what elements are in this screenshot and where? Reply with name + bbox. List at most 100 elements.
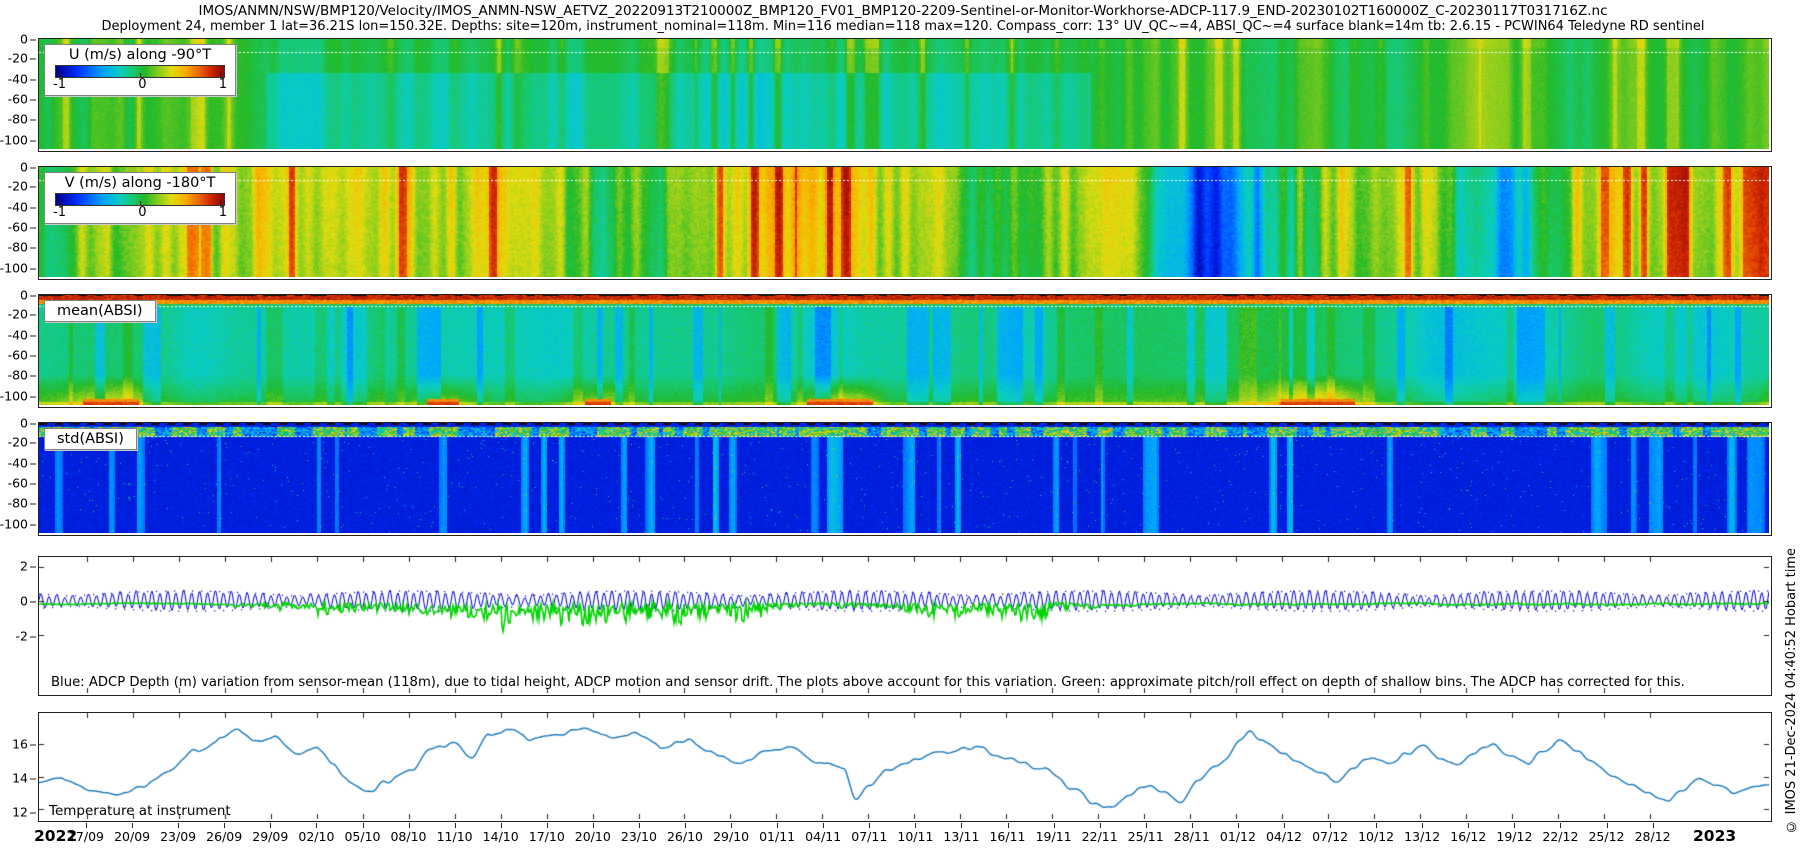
y-tick-label: -80 — [8, 240, 28, 255]
x-tick-label: 28/12 — [1635, 829, 1671, 844]
x-tick-label: 20/09 — [114, 829, 150, 844]
y-tick-label: -100 — [0, 261, 28, 276]
y-tick-label: -80 — [8, 368, 28, 383]
x-tick-label: 17/09 — [68, 829, 104, 844]
x-tick-label: 13/12 — [1404, 829, 1440, 844]
x-tick-label: 01/12 — [1220, 829, 1256, 844]
y-tick-label: -60 — [8, 92, 28, 107]
x-tick-label: 20/10 — [575, 829, 611, 844]
figure-title: IMOS/ANMN/NSW/BMP120/Velocity/IMOS_ANMN-… — [33, 3, 1773, 19]
x-tick-label: 04/11 — [805, 829, 841, 844]
x-tick-label: 13/11 — [943, 829, 979, 844]
mean-absi-heatmap-canvas — [39, 295, 1769, 405]
y-tick-label: -20 — [8, 435, 28, 450]
x-tick-label: 14/10 — [483, 829, 519, 844]
y-tick-label: 16 — [12, 737, 28, 752]
u-cbar-tick-min: -1 — [53, 78, 66, 92]
v-cbar-tick-max: 1 — [219, 206, 227, 220]
x-tick-label: 11/10 — [437, 829, 473, 844]
x-tick-label: 26/09 — [206, 829, 242, 844]
y-tick-label: 12 — [12, 805, 28, 820]
y-tick-label: 0 — [20, 594, 28, 609]
v-legend-title: V (m/s) along -180°T — [53, 175, 227, 191]
y-tick-label: -100 — [0, 517, 28, 532]
v-cbar-tick-min: -1 — [53, 206, 66, 220]
y-tick-label: -40 — [8, 72, 28, 87]
x-tick-label: 16/11 — [989, 829, 1025, 844]
panel-std-absi: std(ABSI) — [38, 422, 1772, 536]
y-tick-label: -60 — [8, 476, 28, 491]
panel-temperature: Temperature at instrument — [38, 712, 1772, 822]
x-tick-label: 10/11 — [897, 829, 933, 844]
u-velocity-heatmap-canvas — [39, 39, 1769, 149]
y-tick-label: -60 — [8, 348, 28, 363]
x-tick-label: 16/12 — [1450, 829, 1486, 844]
x-tick-label: 07/11 — [851, 829, 887, 844]
imos-watermark: © IMOS 21-Dec-2024 04:40:52 Hobart time — [1784, 548, 1799, 834]
depth-variation-y-axis-labels: 2 0 -2 — [0, 556, 36, 696]
depth-variation-lines-canvas — [39, 557, 1769, 693]
u-cbar-tick-mid: 0 — [138, 78, 146, 92]
std-absi-legend: std(ABSI) — [44, 428, 137, 450]
u-colorbar-ticks: -1 0 1 — [53, 78, 227, 92]
y-tick-label: -100 — [0, 133, 28, 148]
y-tick-label: 2 — [20, 559, 28, 574]
y-tick-label: 0 — [20, 416, 28, 431]
v-cbar-tick-mid: 0 — [138, 206, 146, 220]
x-tick-label: 26/10 — [667, 829, 703, 844]
y-tick-label: -2 — [16, 629, 28, 644]
y-tick-label: -60 — [8, 220, 28, 235]
u-cbar-tick-max: 1 — [219, 78, 227, 92]
x-tick-label: 22/12 — [1542, 829, 1578, 844]
y-tick-label: 14 — [12, 771, 28, 786]
y-tick-label: 0 — [20, 160, 28, 175]
y-tick-label: 0 — [20, 32, 28, 47]
x-tick-label: 25/12 — [1588, 829, 1624, 844]
y-tick-label: -20 — [8, 307, 28, 322]
x-tick-label: 19/12 — [1496, 829, 1532, 844]
y-tick-label: -20 — [8, 51, 28, 66]
x-tick-label: 25/11 — [1128, 829, 1164, 844]
y-tick-label: -40 — [8, 200, 28, 215]
x-tick-label: 01/11 — [759, 829, 795, 844]
x-tick-label: 22/11 — [1082, 829, 1118, 844]
mean-absi-legend: mean(ABSI) — [44, 300, 156, 322]
temperature-line-canvas — [39, 713, 1769, 819]
std-absi-heatmap-canvas — [39, 423, 1769, 533]
x-tick-label: 02/10 — [298, 829, 334, 844]
panel-v-velocity: V (m/s) along -180°T -1 0 1 — [38, 166, 1772, 280]
std-absi-y-axis-labels: 0-20-40-60-80-100 — [0, 422, 36, 536]
y-tick-label: -100 — [0, 389, 28, 404]
x-tick-label: 29/10 — [713, 829, 749, 844]
x-tick-label: 28/11 — [1174, 829, 1210, 844]
y-tick-label: -80 — [8, 112, 28, 127]
y-tick-label: -20 — [8, 179, 28, 194]
x-tick-label: 17/10 — [529, 829, 565, 844]
temperature-label: Temperature at instrument — [49, 803, 231, 819]
x-tick-label: 29/09 — [252, 829, 288, 844]
x-tick-label: 19/11 — [1036, 829, 1072, 844]
y-tick-label: 0 — [20, 288, 28, 303]
u-legend-title: U (m/s) along -90°T — [53, 47, 227, 63]
depth-variation-annotation: Blue: ADCP Depth (m) variation from sens… — [51, 675, 1685, 690]
panel-depth-variation: Blue: ADCP Depth (m) variation from sens… — [38, 556, 1772, 696]
v-colorbar-ticks: -1 0 1 — [53, 206, 227, 220]
x-tick-label: 04/12 — [1266, 829, 1302, 844]
x-tick-label: 07/12 — [1312, 829, 1348, 844]
y-tick-label: -80 — [8, 496, 28, 511]
figure-subtitle: Deployment 24, member 1 lat=36.21S lon=1… — [33, 19, 1773, 34]
v-y-axis-labels: 0-20-40-60-80-100 — [0, 166, 36, 280]
mean-absi-legend-title: mean(ABSI) — [55, 303, 145, 319]
u-colorbar-legend: U (m/s) along -90°T -1 0 1 — [44, 44, 236, 96]
x-tick-label: 10/12 — [1358, 829, 1394, 844]
x-axis: 2022 2023 17/0920/0923/0926/0929/0902/10… — [38, 823, 1772, 849]
x-axis-year-end: 2023 — [1693, 827, 1736, 845]
std-absi-legend-title: std(ABSI) — [55, 431, 126, 447]
u-y-axis-labels: 0-20-40-60-80-100 — [0, 38, 36, 152]
mean-absi-y-axis-labels: 0-20-40-60-80-100 — [0, 294, 36, 408]
x-tick-label: 23/09 — [160, 829, 196, 844]
v-colorbar-legend: V (m/s) along -180°T -1 0 1 — [44, 172, 236, 224]
y-tick-label: -40 — [8, 328, 28, 343]
v-velocity-heatmap-canvas — [39, 167, 1769, 277]
x-tick-label: 08/10 — [390, 829, 426, 844]
